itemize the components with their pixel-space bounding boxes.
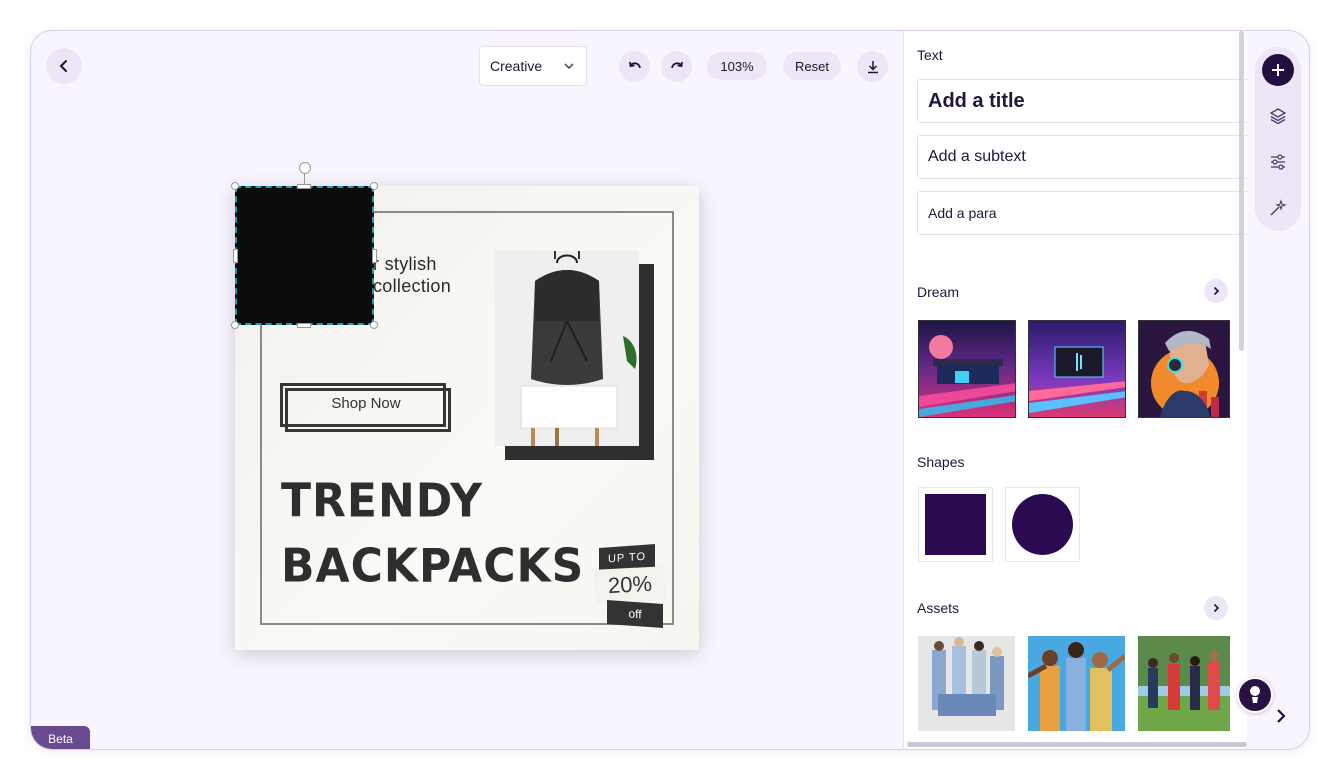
layers-button[interactable] bbox=[1262, 100, 1294, 132]
assets-more-button[interactable] bbox=[1204, 596, 1228, 620]
resize-handle-bottom[interactable] bbox=[297, 323, 311, 328]
resize-handle-bottom-right[interactable] bbox=[370, 321, 378, 329]
dream-section-title: Dream bbox=[917, 284, 960, 300]
download-icon bbox=[867, 60, 878, 73]
assistant-icon bbox=[1250, 686, 1260, 703]
add-title-card[interactable]: Add a title bbox=[917, 79, 1247, 123]
chevron-left-icon bbox=[59, 60, 67, 72]
chevron-right-icon bbox=[1277, 709, 1286, 723]
design-tagline[interactable]: r stylish collection bbox=[373, 253, 451, 297]
add-elements-button[interactable] bbox=[1262, 54, 1294, 86]
ai-magic-button[interactable] bbox=[1262, 192, 1294, 224]
tagline-line1: r stylish bbox=[373, 254, 437, 274]
adjustments-button[interactable] bbox=[1262, 146, 1294, 178]
plus-icon bbox=[1272, 64, 1284, 76]
sparkles-icon bbox=[1270, 199, 1287, 216]
collapse-panel-button[interactable] bbox=[1271, 706, 1291, 726]
mode-select-value: Creative bbox=[490, 58, 543, 74]
selection-outline bbox=[235, 186, 374, 325]
badge-off: off bbox=[607, 600, 663, 628]
resize-handle-right[interactable] bbox=[372, 249, 377, 263]
dream-more-button[interactable] bbox=[1204, 279, 1228, 303]
layers-icon bbox=[1269, 108, 1287, 125]
badge-percent: 20% bbox=[594, 566, 666, 604]
headline-line2[interactable]: BACKPACKS bbox=[281, 540, 584, 594]
resize-handle-bottom-left[interactable] bbox=[231, 321, 239, 329]
resize-handle-top-left[interactable] bbox=[231, 182, 239, 190]
chevron-down-icon bbox=[564, 63, 574, 70]
dream-thumb-billboard[interactable] bbox=[1028, 320, 1126, 418]
resize-handle-top-right[interactable] bbox=[370, 182, 378, 190]
asset-thumb-group-park[interactable] bbox=[1138, 636, 1230, 731]
asset-thumb-group-sitting[interactable] bbox=[918, 636, 1015, 731]
redo-button[interactable] bbox=[661, 51, 692, 82]
panel-horizontal-scrollbar[interactable] bbox=[907, 742, 1247, 747]
add-para-card[interactable]: Add a para bbox=[917, 191, 1247, 235]
tagline-line2: collection bbox=[373, 276, 452, 296]
chevron-right-icon bbox=[1213, 603, 1220, 613]
assets-section-title: Assets bbox=[917, 600, 960, 616]
redo-icon bbox=[670, 61, 683, 68]
panel-vertical-scrollbar[interactable] bbox=[1239, 31, 1244, 351]
editor-app: Creative 103% Reset r stylish collection bbox=[30, 30, 1310, 750]
square-shape-icon bbox=[925, 494, 986, 555]
sliders-icon bbox=[1271, 154, 1285, 170]
shop-now-label: Shop Now bbox=[331, 395, 401, 412]
text-section-title: Text bbox=[917, 47, 943, 63]
rotate-handle[interactable] bbox=[299, 162, 311, 174]
circle-shape-icon bbox=[1012, 494, 1073, 555]
asset-thumb-group-dancing[interactable] bbox=[1028, 636, 1125, 731]
resize-handle-top[interactable] bbox=[297, 184, 311, 189]
headline-line1[interactable]: TRENDY bbox=[281, 475, 483, 529]
shape-circle-card[interactable] bbox=[1005, 487, 1080, 562]
backpack-photo[interactable] bbox=[495, 251, 639, 446]
download-button[interactable] bbox=[857, 51, 888, 82]
undo-icon bbox=[628, 61, 641, 68]
add-subtext-card[interactable]: Add a subtext bbox=[917, 135, 1247, 179]
dream-thumb-portrait[interactable] bbox=[1138, 320, 1230, 418]
chevron-right-icon bbox=[1213, 286, 1220, 296]
help-assistant-button[interactable] bbox=[1237, 677, 1273, 713]
tool-rail bbox=[1255, 47, 1301, 231]
reset-button[interactable]: Reset bbox=[783, 52, 841, 80]
elements-panel: Text Add a title Add a subtext Add a par… bbox=[903, 31, 1247, 749]
resize-handle-left[interactable] bbox=[233, 249, 238, 263]
dream-thumb-gas-station[interactable] bbox=[918, 320, 1016, 418]
back-button[interactable] bbox=[46, 48, 82, 84]
beta-badge: Beta bbox=[31, 726, 90, 749]
shop-now-button[interactable]: Shop Now bbox=[280, 383, 451, 433]
shape-square-card[interactable] bbox=[918, 487, 993, 562]
undo-button[interactable] bbox=[619, 51, 650, 82]
mode-select[interactable]: Creative bbox=[479, 46, 587, 86]
shapes-section-title: Shapes bbox=[917, 454, 965, 470]
zoom-level[interactable]: 103% bbox=[707, 52, 767, 80]
discount-badge[interactable]: UP TO 20% off bbox=[594, 544, 675, 631]
